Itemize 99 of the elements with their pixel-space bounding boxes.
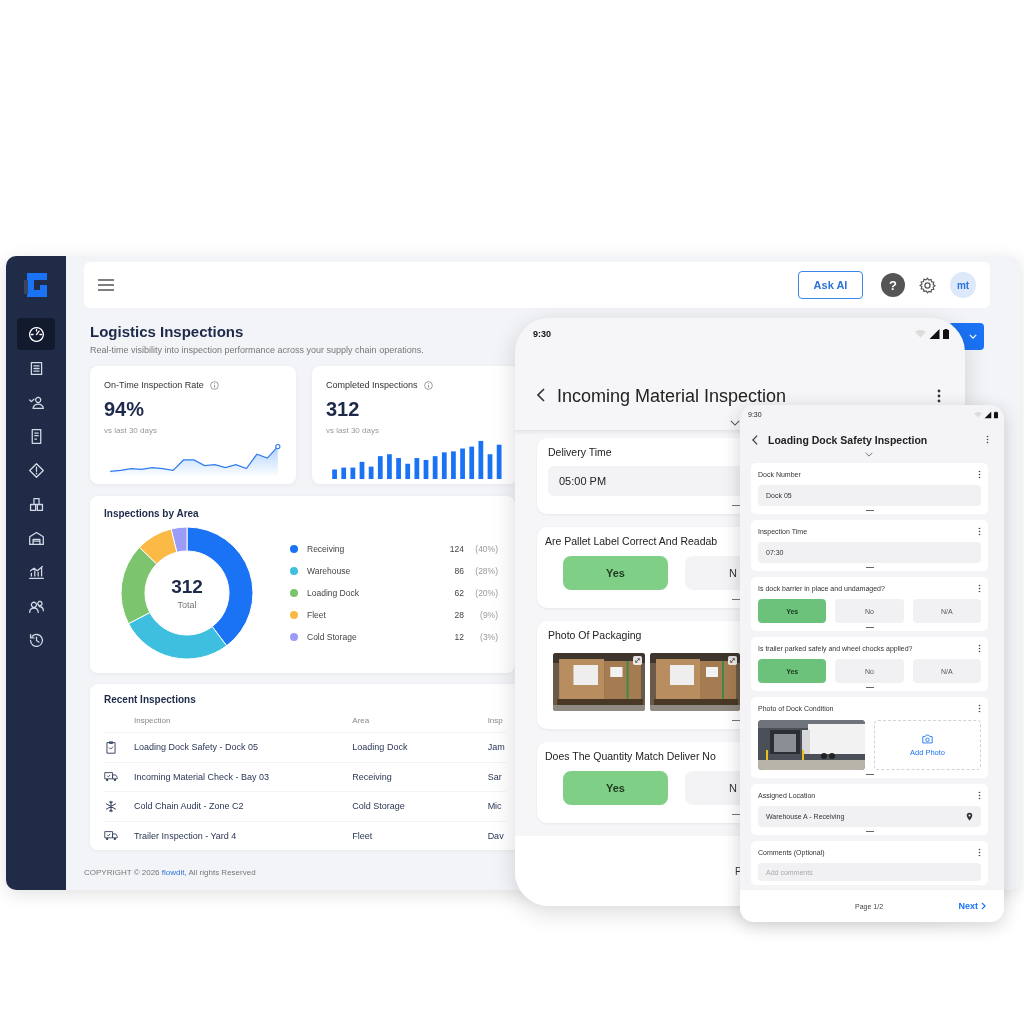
legend-percent: (20%) bbox=[474, 588, 498, 598]
card-title: Recent Inspections bbox=[104, 694, 197, 705]
snowflake-icon bbox=[104, 799, 118, 813]
table-cell-text: Cold Chain Audit - Zone C2 bbox=[133, 801, 245, 812]
battery-icon bbox=[993, 411, 998, 418]
company-link[interactable]: flowdit, bbox=[161, 868, 187, 877]
status-time: 9:30 bbox=[533, 329, 551, 339]
answer-option[interactable]: N bbox=[685, 556, 740, 590]
chevron-down-icon[interactable] bbox=[865, 452, 873, 457]
clipboard-icon bbox=[104, 740, 118, 754]
signal-icon bbox=[984, 411, 992, 418]
page-title: Logistics Inspections bbox=[90, 323, 245, 340]
wifi-icon bbox=[915, 329, 926, 339]
legend-label: Cold Storage bbox=[307, 632, 358, 642]
drag-handle[interactable] bbox=[732, 598, 740, 600]
kpi-label: Completed Inspections bbox=[326, 380, 418, 390]
question-label: Photo Of Packaging bbox=[548, 629, 643, 641]
legend-label: Receiving bbox=[307, 544, 346, 554]
card-title: Inspections by Area bbox=[104, 508, 200, 519]
menu-icon[interactable] bbox=[98, 279, 114, 291]
table-cell-text: Trailer Inspection - Yard 4 bbox=[133, 830, 238, 841]
question-label: Delivery Time bbox=[548, 446, 613, 458]
ask-ai-button[interactable]: Ask AI bbox=[798, 271, 863, 299]
table-cell-text: Mic bbox=[487, 801, 503, 812]
boxes-icon bbox=[27, 495, 45, 513]
answer-option[interactable]: N bbox=[685, 771, 740, 805]
table-cell-text: Fleet bbox=[352, 830, 374, 841]
help-button[interactable]: ? bbox=[881, 273, 905, 297]
drag-handle[interactable] bbox=[865, 510, 874, 511]
legend-count: 62 bbox=[453, 588, 464, 598]
legend-percent: (28%) bbox=[474, 566, 498, 576]
wifi-icon bbox=[974, 411, 982, 418]
drag-handle[interactable] bbox=[865, 831, 874, 832]
legend-percent: (9%) bbox=[479, 610, 498, 620]
building-icon bbox=[27, 529, 45, 547]
back-icon[interactable] bbox=[752, 434, 758, 445]
answer-option[interactable]: Yes bbox=[563, 556, 668, 590]
chevron-right-icon bbox=[981, 902, 986, 910]
drag-handle[interactable] bbox=[865, 687, 874, 688]
form-title: Incoming Material Inspection bbox=[557, 386, 788, 406]
time-field[interactable]: 05:00 PM bbox=[548, 466, 742, 496]
question-label: Are Pallet Label Correct And Readab bbox=[545, 535, 719, 547]
total-value: 312 bbox=[171, 576, 203, 598]
column-header: Inspection bbox=[133, 716, 172, 725]
battery-icon bbox=[943, 329, 949, 339]
table-cell-text: Incoming Material Check - Bay 03 bbox=[133, 771, 270, 782]
sidebar-item[interactable] bbox=[17, 318, 55, 350]
chart-icon bbox=[27, 563, 45, 581]
settings-icon[interactable] bbox=[919, 276, 936, 294]
drag-handle[interactable] bbox=[865, 567, 874, 568]
camera-icon bbox=[922, 733, 933, 744]
truck-icon bbox=[104, 829, 118, 843]
expand-icon[interactable] bbox=[728, 656, 737, 665]
more-icon[interactable] bbox=[937, 389, 941, 403]
expand-icon[interactable] bbox=[633, 656, 642, 665]
signal-icon bbox=[929, 329, 940, 339]
question-label: Does The Quantity Match Deliver No bbox=[545, 750, 717, 762]
drag-handle[interactable] bbox=[865, 627, 874, 628]
legend-count: 12 bbox=[453, 632, 464, 642]
table-cell: Jam bbox=[487, 742, 506, 753]
chevron-down-icon bbox=[969, 334, 977, 339]
history-icon bbox=[27, 631, 45, 649]
drag-handle[interactable] bbox=[865, 774, 874, 775]
table-cell-text: Loading Dock bbox=[352, 742, 409, 753]
table-cell-text: Dav bbox=[487, 830, 505, 841]
kpi-caption: vs last 30 days bbox=[326, 426, 380, 435]
kpi-caption: vs last 30 days bbox=[104, 426, 158, 435]
legend-count: 124 bbox=[448, 544, 464, 554]
drag-handle[interactable] bbox=[732, 719, 740, 721]
form-title: Loading Dock Safety Inspection bbox=[768, 433, 929, 446]
next-button[interactable]: Next bbox=[958, 901, 986, 911]
truck-icon bbox=[104, 770, 118, 784]
kpi-label: On-Time Inspection Rate bbox=[104, 380, 204, 390]
column-header: Insp bbox=[487, 716, 504, 725]
kpi-value: 312 bbox=[326, 398, 361, 421]
user-avatar[interactable]: mt bbox=[950, 272, 976, 298]
column-header: Area bbox=[352, 716, 371, 725]
chevron-down-icon[interactable] bbox=[730, 420, 740, 426]
legend-percent: (40%) bbox=[474, 544, 498, 554]
legend-label: Fleet bbox=[307, 610, 327, 620]
table-cell-text: Loading Dock Safety - Dock 05 bbox=[133, 742, 260, 753]
table-cell-text: Cold Storage bbox=[352, 801, 406, 812]
legend-label: Loading Dock bbox=[307, 588, 360, 598]
drag-handle[interactable] bbox=[732, 813, 740, 815]
table-cell-text: Receiving bbox=[352, 771, 393, 782]
drag-handle[interactable] bbox=[732, 504, 740, 506]
back-icon[interactable] bbox=[537, 388, 545, 402]
legend-percent: (3%) bbox=[479, 632, 498, 642]
page-subtitle: Real-time visibility into inspection performance across your supply chain operations. bbox=[90, 345, 424, 355]
legend-count: 28 bbox=[453, 610, 464, 620]
table-cell-text: Sar bbox=[487, 771, 503, 782]
gauge-icon bbox=[27, 325, 45, 343]
kpi-value: 94% bbox=[104, 398, 146, 421]
legend-count: 86 bbox=[453, 566, 464, 576]
warning-icon bbox=[27, 461, 45, 479]
legend-label: Warehouse bbox=[307, 566, 352, 576]
location-pin-icon bbox=[966, 812, 973, 821]
answer-option[interactable]: Yes bbox=[563, 771, 668, 805]
total-label: Total bbox=[177, 600, 197, 610]
